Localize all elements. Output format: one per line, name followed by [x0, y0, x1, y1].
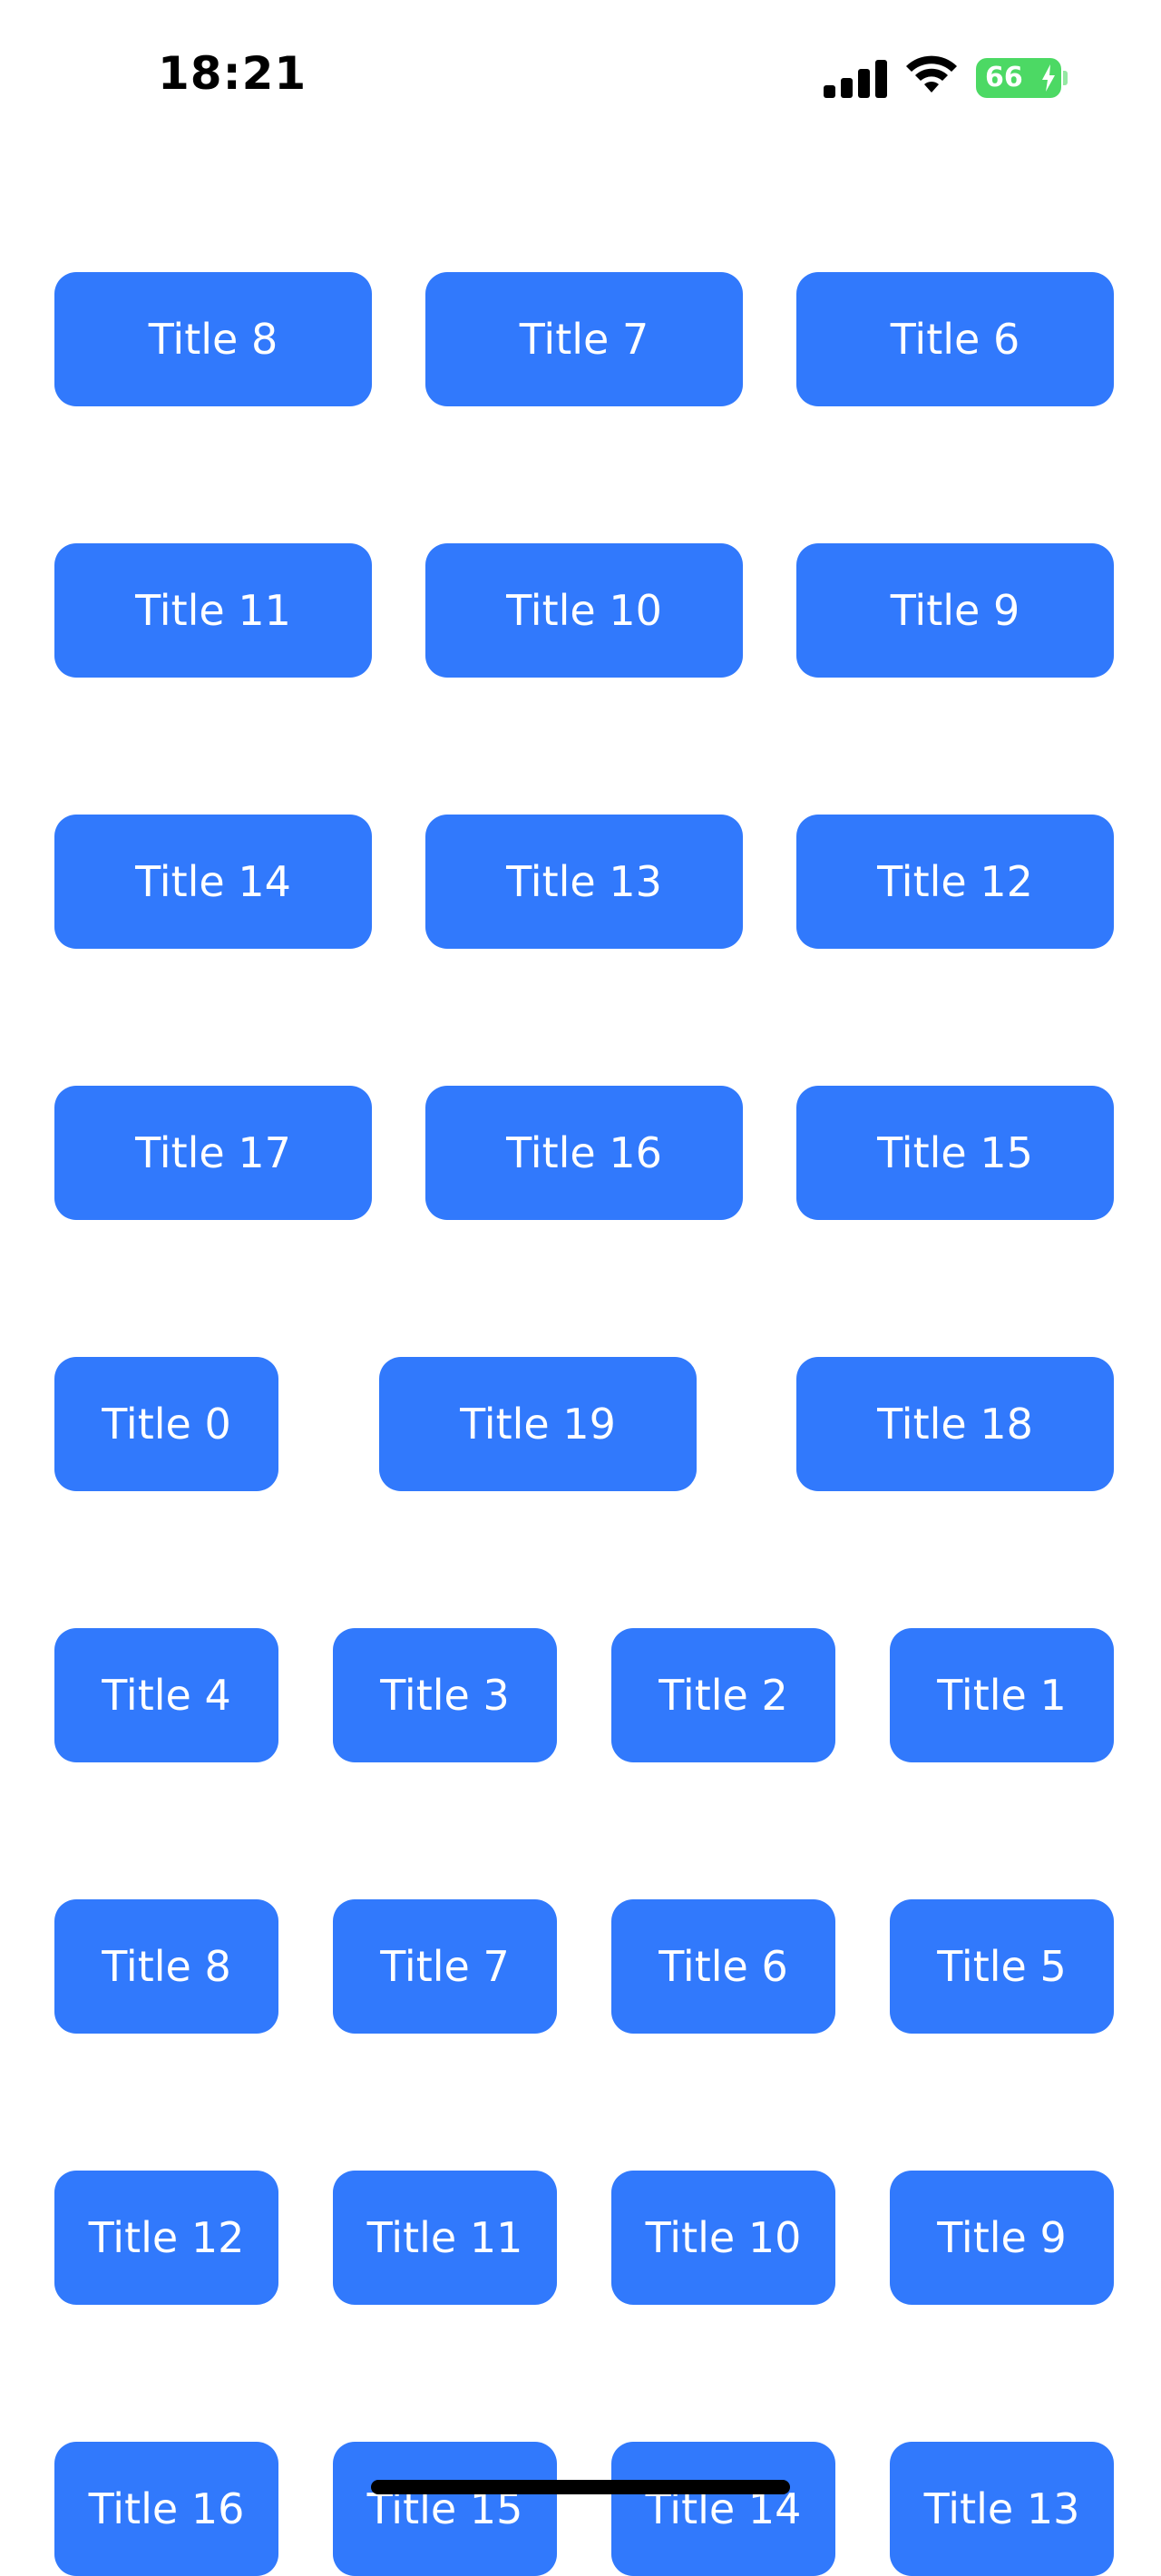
- title-button[interactable]: Title 9: [890, 2171, 1114, 2305]
- title-button[interactable]: Title 13: [890, 2442, 1114, 2576]
- title-button-label: Title 3: [380, 1671, 510, 1720]
- title-button-label: Title 12: [88, 2213, 245, 2262]
- title-button[interactable]: Title 9: [796, 543, 1114, 678]
- title-button-label: Title 15: [877, 1128, 1033, 1177]
- title-button-label: Title 18: [877, 1400, 1033, 1449]
- title-button-label: Title 1: [937, 1671, 1067, 1720]
- home-indicator[interactable]: [371, 2480, 790, 2494]
- title-button[interactable]: Title 2: [611, 1628, 835, 1762]
- title-button-label: Title 12: [877, 857, 1033, 906]
- title-button[interactable]: Title 6: [796, 272, 1114, 406]
- title-grid: Title 8 Title 7 Title 6 Title 11 Title 10 Tit…: [0, 0, 1161, 2576]
- title-button[interactable]: Title 11: [333, 2171, 557, 2305]
- title-button-label: Title 11: [135, 586, 291, 635]
- title-button-label: Title 7: [519, 315, 649, 364]
- title-button[interactable]: Title 14: [611, 2442, 835, 2576]
- title-button-label: Title 19: [460, 1400, 616, 1449]
- title-button[interactable]: Title 1: [890, 1628, 1114, 1762]
- title-button[interactable]: Title 15: [333, 2442, 557, 2576]
- title-button-label: Title 5: [937, 1942, 1067, 1991]
- title-button-label: Title 6: [659, 1942, 788, 1991]
- title-button[interactable]: Title 10: [425, 543, 743, 678]
- title-button[interactable]: Title 19: [379, 1357, 697, 1491]
- title-button[interactable]: Title 16: [425, 1086, 743, 1220]
- title-button-label: Title 13: [923, 2484, 1080, 2533]
- title-button-label: Title 16: [506, 1128, 662, 1177]
- title-button[interactable]: Title 7: [333, 1899, 557, 2034]
- title-button[interactable]: Title 8: [54, 1899, 278, 2034]
- title-button[interactable]: Title 14: [54, 815, 372, 949]
- title-button-label: Title 2: [659, 1671, 788, 1720]
- title-button-label: Title 10: [645, 2213, 802, 2262]
- title-button[interactable]: Title 11: [54, 543, 372, 678]
- title-button-label: Title 7: [380, 1942, 510, 1991]
- title-button[interactable]: Title 3: [333, 1628, 557, 1762]
- title-button[interactable]: Title 12: [796, 815, 1114, 949]
- title-button[interactable]: Title 0: [54, 1357, 278, 1491]
- title-button[interactable]: Title 15: [796, 1086, 1114, 1220]
- title-button[interactable]: Title 12: [54, 2171, 278, 2305]
- title-button[interactable]: Title 17: [54, 1086, 372, 1220]
- title-button[interactable]: Title 5: [890, 1899, 1114, 2034]
- title-button-label: Title 9: [890, 586, 1020, 635]
- title-button-label: Title 13: [506, 857, 662, 906]
- title-button[interactable]: Title 16: [54, 2442, 278, 2576]
- title-button-label: Title 16: [88, 2484, 245, 2533]
- title-button[interactable]: Title 8: [54, 272, 372, 406]
- title-button-label: Title 4: [102, 1671, 231, 1720]
- title-button-label: Title 6: [890, 315, 1020, 364]
- title-button[interactable]: Title 13: [425, 815, 743, 949]
- title-button-label: Title 0: [102, 1400, 231, 1449]
- title-button-label: Title 10: [506, 586, 662, 635]
- title-button-label: Title 8: [102, 1942, 231, 1991]
- title-button[interactable]: Title 18: [796, 1357, 1114, 1491]
- title-button[interactable]: Title 10: [611, 2171, 835, 2305]
- title-button[interactable]: Title 6: [611, 1899, 835, 2034]
- title-button-label: Title 11: [366, 2213, 523, 2262]
- title-button[interactable]: Title 7: [425, 272, 743, 406]
- title-button-label: Title 14: [135, 857, 291, 906]
- title-button[interactable]: Title 4: [54, 1628, 278, 1762]
- title-button-label: Title 17: [135, 1128, 291, 1177]
- title-button-label: Title 9: [937, 2213, 1067, 2262]
- title-button-label: Title 8: [148, 315, 278, 364]
